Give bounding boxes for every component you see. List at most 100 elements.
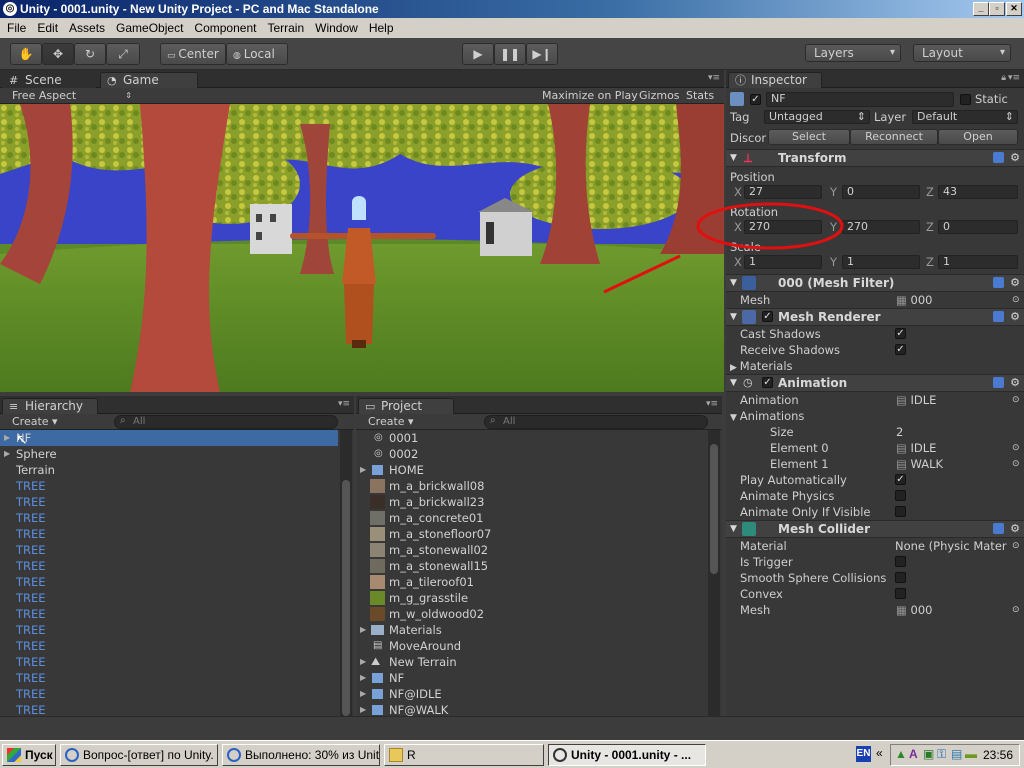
hierarchy-menu-icon[interactable]: ▾≡ (338, 399, 350, 409)
maximize-button[interactable]: ▫ (989, 2, 1005, 16)
menu-terrain[interactable]: Terrain (263, 18, 308, 38)
animation-header[interactable]: ▼ ◷ ✓ Animation ⚙ (726, 374, 1024, 392)
collider-mesh-value[interactable]: ▦ 000 (896, 603, 932, 617)
menu-file[interactable]: File (3, 18, 30, 38)
tab-hierarchy[interactable]: ≡ Hierarchy (2, 398, 98, 414)
position-z-field[interactable]: 43 (938, 185, 1018, 199)
element0-value[interactable]: ▤ IDLE (896, 441, 936, 455)
panel-menu-icon[interactable]: ▾≡ (708, 73, 720, 83)
project-item[interactable]: m_a_concrete01 (356, 510, 706, 526)
hierarchy-item[interactable]: ▶ NF (0, 430, 338, 446)
active-checkbox[interactable]: ✓ (750, 94, 761, 105)
mesh-renderer-header[interactable]: ▼ ✓ Mesh Renderer ⚙ (726, 308, 1024, 326)
foldout-right-icon[interactable]: ▶ (360, 622, 366, 638)
language-indicator[interactable]: EN (856, 746, 871, 762)
menu-gameobject[interactable]: GameObject (112, 18, 187, 38)
project-item[interactable]: ▶ HOME (356, 462, 706, 478)
project-item[interactable]: m_a_brickwall08 (356, 478, 706, 494)
tray-network-icon[interactable]: ⚿ (937, 747, 946, 762)
object-picker-icon[interactable]: ⊙ (1012, 293, 1020, 307)
project-scroll-thumb[interactable] (710, 444, 718, 574)
scale-z-field[interactable]: 1 (938, 255, 1018, 269)
menu-assets[interactable]: Assets (65, 18, 109, 38)
foldout-right-icon[interactable]: ▶ (360, 654, 366, 670)
animate-visible-checkbox[interactable] (895, 506, 906, 517)
animations-foldout[interactable]: ▼ Animations (730, 409, 804, 425)
position-x-field[interactable]: 27 (744, 185, 822, 199)
object-picker-icon[interactable]: ⊙ (1012, 539, 1020, 553)
animate-physics-checkbox[interactable] (895, 490, 906, 501)
project-create-button[interactable]: Create ▾ (368, 414, 414, 429)
project-item[interactable]: ◎ 0002 (356, 446, 706, 462)
hierarchy-item[interactable]: TREE (0, 526, 338, 542)
project-item[interactable]: m_g_grasstile (356, 590, 706, 606)
close-button[interactable]: ✕ (1006, 2, 1022, 16)
cast-shadows-checkbox[interactable]: ✓ (895, 328, 906, 339)
hierarchy-item[interactable]: TREE (0, 606, 338, 622)
hierarchy-item[interactable]: TREE (0, 590, 338, 606)
hierarchy-item[interactable]: TREE (0, 542, 338, 558)
gear-icon[interactable]: ⚙ (1010, 375, 1020, 391)
hierarchy-item[interactable]: TREE (0, 510, 338, 526)
rotation-y-field[interactable]: 270 (842, 220, 920, 234)
pause-button[interactable]: ❚❚ (494, 43, 526, 65)
gear-icon[interactable]: ⚙ (1010, 275, 1020, 291)
hierarchy-create-button[interactable]: Create ▾ (12, 414, 58, 429)
tray-network-icon[interactable]: ▤ (951, 747, 962, 761)
tray-app-icon[interactable]: ▬ (965, 747, 977, 761)
collider-material-value[interactable]: None (Physic Materi (895, 539, 1007, 553)
help-icon[interactable] (993, 152, 1004, 163)
stats-toggle[interactable]: Stats (686, 88, 714, 103)
project-item[interactable]: ▶ ⛰ New Terrain (356, 654, 706, 670)
prefab-reconnect-button[interactable]: Reconnect (850, 129, 938, 145)
hand-tool-button[interactable]: ✋ (10, 43, 42, 65)
menu-help[interactable]: Help (365, 18, 398, 38)
hierarchy-scroll-thumb[interactable] (342, 480, 350, 716)
foldout-right-icon[interactable]: ▶ (360, 670, 366, 686)
project-item[interactable]: ▶ NF@IDLE (356, 686, 706, 702)
task-folder-r[interactable]: R (384, 744, 544, 766)
game-viewport[interactable] (0, 104, 724, 392)
transform-header[interactable]: ▼ ⟂ Transform ⚙ (726, 149, 1024, 167)
mesh-value[interactable]: ▦ 000 (896, 293, 932, 307)
gear-icon[interactable]: ⚙ (1010, 309, 1020, 325)
animation-value[interactable]: ▤ IDLE (896, 393, 936, 407)
hierarchy-item[interactable]: TREE (0, 654, 338, 670)
project-menu-icon[interactable]: ▾≡ (706, 399, 718, 409)
hierarchy-item[interactable]: ▶ Sphere (0, 446, 338, 462)
menu-component[interactable]: Component (190, 18, 260, 38)
object-picker-icon[interactable]: ⊙ (1012, 393, 1020, 407)
play-button[interactable]: ▶ (462, 43, 494, 65)
hierarchy-item[interactable]: TREE (0, 478, 338, 494)
project-item[interactable]: m_a_stonewall15 (356, 558, 706, 574)
foldout-right-icon[interactable]: ▶ (360, 462, 366, 478)
hierarchy-item[interactable]: TREE (0, 622, 338, 638)
tab-inspector[interactable]: ⓘ Inspector (728, 72, 822, 88)
prefab-select-button[interactable]: Select (768, 129, 850, 145)
aspect-dropdown[interactable]: Free Aspect ⇕ (2, 88, 134, 103)
layout-dropdown[interactable]: Layout (913, 44, 1011, 62)
size-value[interactable]: 2 (896, 425, 903, 439)
help-icon[interactable] (993, 523, 1004, 534)
position-y-field[interactable]: 0 (842, 185, 920, 199)
move-tool-button[interactable]: ✥ (42, 43, 74, 65)
element1-value[interactable]: ▤ WALK (896, 457, 943, 471)
object-name-field[interactable]: NF (766, 92, 954, 107)
object-picker-icon[interactable]: ⊙ (1012, 603, 1020, 617)
project-item[interactable]: ◎ 0001 (356, 430, 706, 446)
hierarchy-item[interactable]: TREE (0, 702, 338, 716)
minimize-button[interactable]: _ (973, 2, 989, 16)
step-button[interactable]: ▶❙ (526, 43, 558, 65)
prefab-open-button[interactable]: Open (938, 129, 1018, 145)
lock-icon[interactable]: 🔒︎ (1001, 73, 1006, 83)
task-browser-1[interactable]: Вопрос-[ответ] по Unity. ... (60, 744, 218, 766)
tray-app-icon[interactable]: ▣ (923, 747, 934, 761)
hierarchy-item[interactable]: TREE (0, 686, 338, 702)
start-button[interactable]: Пуск (2, 744, 56, 766)
inspector-menu-icon[interactable]: ▾≡ (1008, 73, 1020, 83)
project-item[interactable]: m_a_brickwall23 (356, 494, 706, 510)
receive-shadows-checkbox[interactable]: ✓ (895, 344, 906, 355)
is-trigger-checkbox[interactable] (895, 556, 906, 567)
object-picker-icon[interactable]: ⊙ (1012, 441, 1020, 455)
foldout-right-icon[interactable]: ▶ (4, 430, 10, 446)
